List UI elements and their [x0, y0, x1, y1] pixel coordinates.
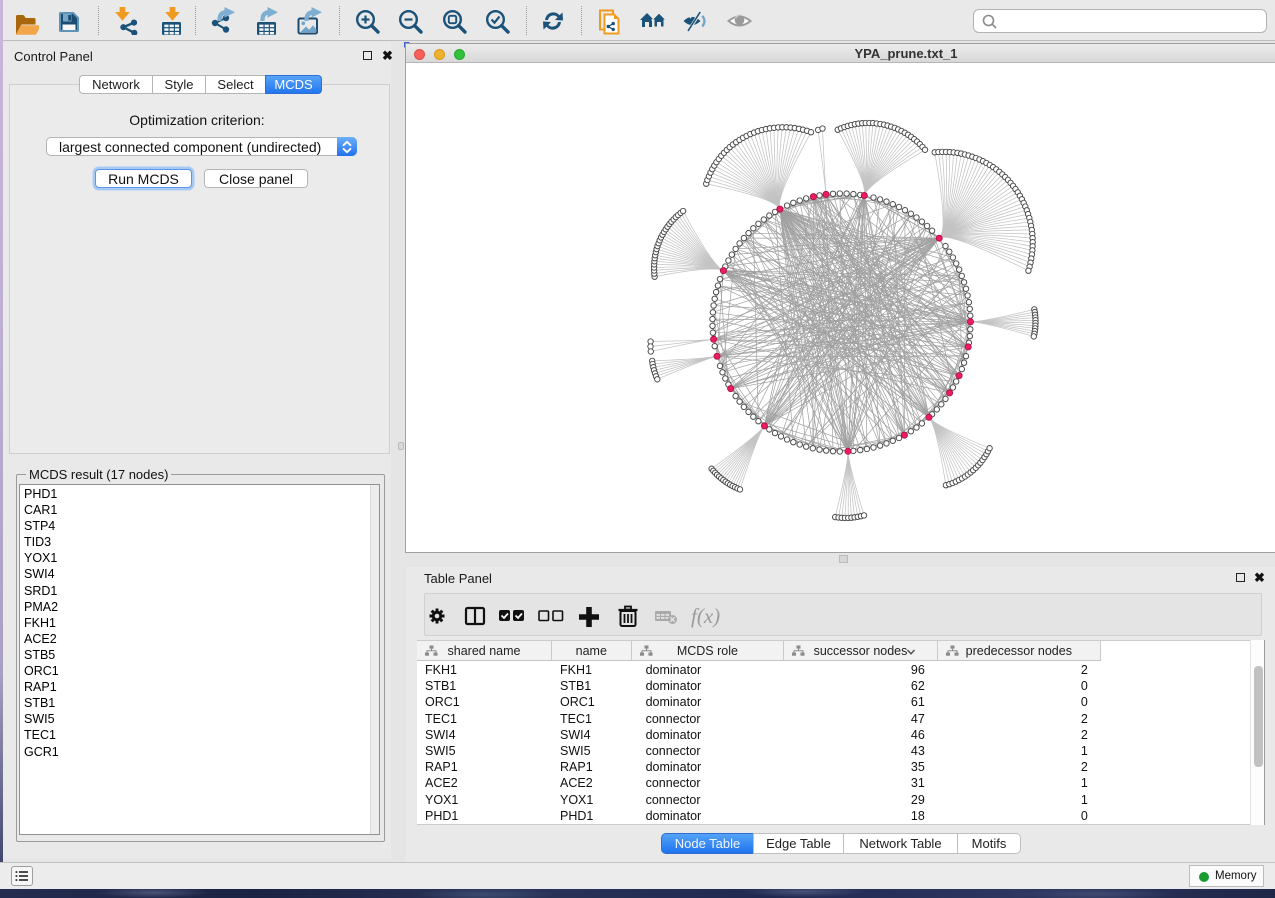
svg-text:f(x): f(x) [691, 604, 720, 628]
